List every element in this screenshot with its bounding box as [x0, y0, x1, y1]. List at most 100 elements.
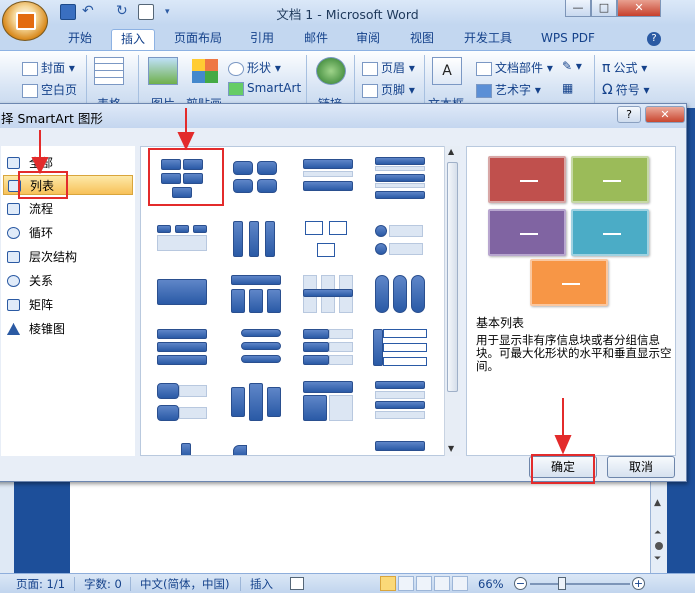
view-reading-icon[interactable]	[398, 576, 414, 591]
layout-divided-list[interactable]	[371, 379, 429, 429]
zoom-slider[interactable]	[530, 583, 630, 585]
blank-page-button[interactable]: 空白页	[22, 81, 77, 98]
category-matrix[interactable]: 矩阵	[3, 295, 133, 315]
category-process[interactable]: 流程	[3, 199, 133, 219]
clipart-icon[interactable]	[192, 59, 218, 83]
docparts-button[interactable]: 文档部件 ▾	[476, 59, 553, 76]
tab-developer[interactable]: 开发工具	[455, 29, 521, 50]
footer-button[interactable]: 页脚 ▾	[362, 81, 415, 98]
layout-stacked-list[interactable]	[299, 155, 357, 205]
layout-vertical-box[interactable]	[227, 217, 285, 267]
prev-page-icon[interactable]: ⏶	[654, 528, 661, 538]
shapes-button[interactable]: 形状 ▾	[228, 59, 281, 76]
layout-picture-list[interactable]	[299, 217, 357, 267]
zoom-slider-thumb[interactable]	[558, 577, 566, 590]
preview-shape-1	[488, 156, 566, 203]
smartart-icon	[228, 81, 244, 96]
cover-button[interactable]: 封面 ▾	[22, 59, 75, 76]
tab-wps-pdf[interactable]: WPS PDF	[532, 29, 604, 50]
category-pyramid[interactable]: 棱锥图	[3, 319, 133, 339]
layout-table-list[interactable]	[227, 271, 285, 321]
view-outline-icon[interactable]	[434, 576, 450, 591]
layout-vertical-bullet[interactable]	[371, 155, 429, 205]
datetime-icon[interactable]: ▦	[562, 81, 573, 95]
status-bar: 页面: 1/1 字数: 0 中文(简体，中国) 插入 66% − +	[0, 573, 695, 593]
dialog-help-button[interactable]: ?	[617, 106, 641, 123]
tab-view[interactable]: 视图	[402, 29, 442, 50]
ribbon-separator	[424, 55, 425, 105]
category-all[interactable]: 全部	[3, 153, 133, 173]
layout-partial-1[interactable]	[153, 439, 211, 455]
preview-shape-4	[571, 209, 649, 256]
office-button[interactable]	[2, 1, 48, 41]
minimize-button[interactable]: —	[565, 0, 591, 17]
link-icon[interactable]	[316, 57, 346, 85]
tab-mailings[interactable]: 邮件	[296, 29, 336, 50]
footer-icon	[362, 83, 378, 98]
page-count[interactable]: 页面: 1/1	[16, 576, 65, 592]
help-icon[interactable]: ?	[647, 32, 661, 46]
header-button[interactable]: 页眉 ▾	[362, 59, 415, 76]
close-button[interactable]: ✕	[617, 0, 661, 17]
language[interactable]: 中文(简体，中国)	[140, 576, 229, 592]
zoom-level[interactable]: 66%	[478, 576, 504, 592]
layout-chevron-list[interactable]	[371, 325, 429, 375]
scroll-down-icon[interactable]: ▼	[448, 444, 454, 453]
header-icon	[362, 61, 378, 76]
gallery-scrollbar[interactable]: ▲ ▼	[444, 146, 460, 456]
signature-icon[interactable]: ✎ ▾	[562, 59, 582, 73]
layout-circle-list[interactable]	[371, 217, 429, 267]
layout-segmented-list[interactable]	[299, 325, 357, 375]
matrix-icon	[7, 299, 20, 311]
tab-insert[interactable]: 插入	[111, 29, 155, 50]
layout-arrow-list[interactable]	[153, 379, 211, 429]
formula-button[interactable]: π 公式 ▾	[602, 59, 647, 76]
layout-picture-caption[interactable]	[227, 155, 285, 205]
preview-shape-5	[530, 259, 608, 306]
tab-page-layout[interactable]: 页面布局	[168, 29, 228, 50]
dialog-close-button[interactable]: ✕	[645, 106, 685, 123]
layout-trapezoid-list[interactable]	[299, 271, 357, 321]
next-page-icon[interactable]: ⏷	[654, 554, 661, 564]
layout-stacked-bars[interactable]	[153, 325, 211, 375]
select-browse-icon[interactable]	[655, 542, 663, 550]
scroll-up-icon[interactable]: ▲	[448, 147, 454, 156]
layout-horizontal-bullet[interactable]	[153, 217, 211, 267]
layout-block-list[interactable]	[299, 379, 357, 429]
insert-mode[interactable]: 插入	[250, 576, 273, 592]
category-cycle[interactable]: 循环	[3, 223, 133, 243]
layout-grouped-list[interactable]	[153, 271, 211, 321]
preview-shape-2	[571, 156, 649, 203]
layout-lined-list[interactable]	[371, 271, 429, 321]
picture-icon[interactable]	[148, 57, 178, 85]
symbol-button[interactable]: Ω 符号 ▾	[602, 81, 650, 98]
cancel-button[interactable]: 取消	[607, 456, 675, 478]
dialog-titlebar: 择 SmartArt 图形 ? ✕	[0, 104, 686, 128]
tab-review[interactable]: 审阅	[348, 29, 388, 50]
category-hierarchy[interactable]: 层次结构	[3, 247, 133, 267]
vertical-scrollbar[interactable]: ▲ ⏶ ⏷	[650, 480, 667, 573]
macro-record-icon[interactable]	[290, 577, 304, 590]
view-print-layout-icon[interactable]	[380, 576, 396, 591]
view-draft-icon[interactable]	[452, 576, 468, 591]
tab-references[interactable]: 引用	[240, 29, 284, 50]
word-count[interactable]: 字数: 0	[84, 576, 122, 592]
table-icon[interactable]	[94, 57, 124, 85]
tab-home[interactable]: 开始	[60, 29, 100, 50]
view-web-icon[interactable]	[416, 576, 432, 591]
layout-partial-2[interactable]	[227, 439, 285, 455]
zoom-out-icon[interactable]: −	[514, 577, 527, 590]
maximize-button[interactable]: □	[591, 0, 617, 17]
category-relationship[interactable]: 关系	[3, 271, 133, 291]
status-separator	[74, 577, 75, 591]
smartart-button[interactable]: SmartArt	[228, 81, 301, 96]
layout-staggered-list[interactable]	[227, 379, 285, 429]
layout-pill-list[interactable]	[227, 325, 285, 375]
scroll-up-arrow-icon[interactable]: ▲	[654, 498, 661, 508]
textbox-icon[interactable]: A	[432, 57, 462, 85]
omega-icon: Ω	[602, 82, 613, 98]
wordart-button[interactable]: 艺术字 ▾	[476, 81, 541, 98]
layout-partial-3[interactable]	[371, 439, 429, 455]
zoom-in-icon[interactable]: +	[632, 577, 645, 590]
gallery-scroll-thumb[interactable]	[447, 162, 458, 392]
